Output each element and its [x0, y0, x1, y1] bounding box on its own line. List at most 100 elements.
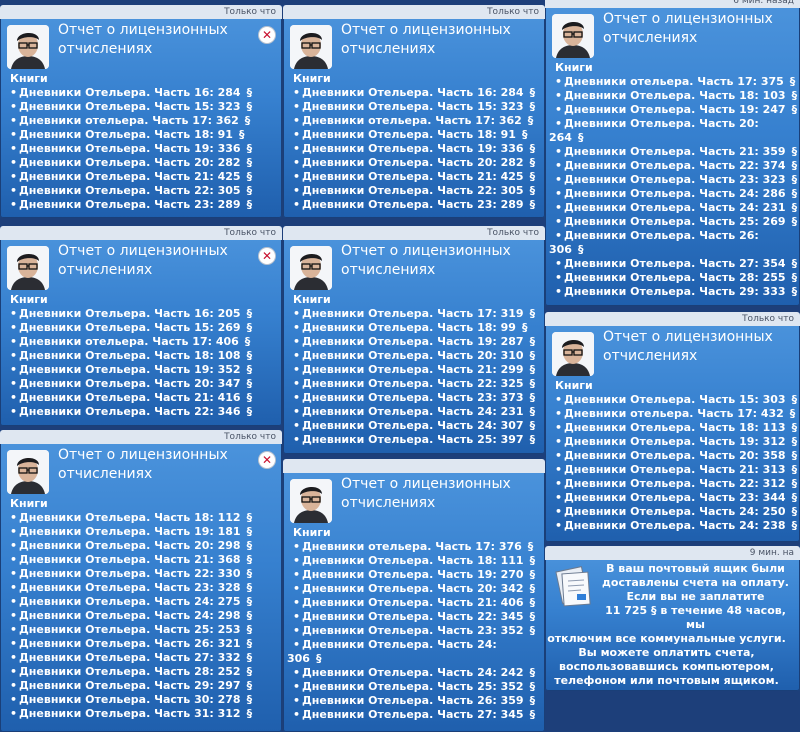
bullet: • [555, 519, 563, 532]
simoleon-icon: § [246, 553, 253, 566]
royalty-entry: Дневники Отельера. Часть 18: 108 [19, 349, 241, 362]
royalty-card: 6 мин. назад Отчет о лицензионных отчисле… [545, 0, 800, 306]
simoleon-icon: § [246, 142, 253, 155]
list-item: • Дневники Отельера. Часть 26: 321 § [10, 637, 252, 651]
royalty-entry: Дневники Отельера. Часть 20: 282 [302, 156, 524, 169]
notification-time: Только что [545, 312, 800, 326]
bullet: • [10, 693, 18, 706]
royalty-entry: Дневники Отельера. Часть 19: 247 [564, 103, 786, 116]
bullet: • [10, 567, 18, 580]
bullet: • [555, 285, 563, 298]
bullet: • [10, 156, 18, 169]
section-heading: Книги [10, 72, 48, 85]
royalty-entry: Дневники Отельера. Часть 27: 354 [564, 257, 786, 270]
simoleon-icon: § [246, 156, 253, 169]
royalty-entry: Дневники Отельера. Часть 15: 323 [19, 100, 241, 113]
bills-icon [553, 566, 597, 610]
royalty-entry: Дневники Отельера. Часть 20: 298 [19, 539, 241, 552]
list-item: • Дневники Отельера. Часть 21: 406 § [293, 596, 535, 610]
royalty-entry: Дневники Отельера. Часть 19: 312 [564, 435, 786, 448]
royalty-list: • Дневники Отельера. Часть 15: 303 § • Дневн… [555, 393, 797, 533]
simoleon-icon: § [246, 665, 253, 678]
royalty-entry: Дневники Отельера. Часть 27: 345 [302, 708, 524, 721]
bullet: • [293, 128, 301, 141]
royalty-entry: Дневники Отельера. Часть 30: 278 [19, 693, 241, 706]
royalty-entry: Дневники Отельера. Часть 24: 275 [19, 595, 241, 608]
list-item-continuation: 264 § [549, 131, 584, 144]
simoleon-icon: § [791, 435, 798, 448]
list-item: • Дневники Отельера. Часть 22: 345 § [293, 610, 535, 624]
bullet: • [10, 114, 18, 127]
list-item: • Дневники Отельера. Часть 15: 303 § [555, 393, 797, 407]
royalty-entry: Дневники Отельера. Часть 29: 297 [19, 679, 241, 692]
list-item: • Дневники Отельера. Часть 22: 305 § [10, 184, 252, 198]
close-icon: ✕ [261, 453, 273, 467]
royalty-entry: Дневники Отельера. Часть 23: 352 [302, 624, 524, 637]
simoleon-icon: § [246, 567, 253, 580]
close-icon: ✕ [261, 249, 273, 263]
notification-time: Только что [283, 226, 545, 240]
royalty-entry: Дневники Отельера. Часть 21: 425 [302, 170, 524, 183]
list-item: • Дневники Отельера. Часть 22: 312 § [555, 477, 797, 491]
royalty-entry: Дневники отельера. Часть 17: 432 [564, 407, 784, 420]
bullet: • [10, 142, 18, 155]
list-item: • Дневники Отельера. Часть 22: 330 § [10, 567, 252, 581]
bullet: • [555, 393, 563, 406]
royalty-entry: Дневники Отельера. Часть 25: 352 [302, 680, 524, 693]
close-button[interactable]: ✕ [259, 452, 275, 468]
royalty-entry: Дневники Отельера. Часть 22: 312 [564, 477, 786, 490]
bullet: • [555, 117, 563, 130]
bullet: • [10, 609, 18, 622]
royalty-entry: Дневники Отельера. Часть 24: 298 [19, 609, 241, 622]
notification-time: 9 мин. на [545, 546, 800, 560]
bullet: • [293, 100, 301, 113]
royalty-entry: Дневники Отельера. Часть 15: 303 [564, 393, 786, 406]
royalty-card: Только что ✕ Отчет о лицензионных отчислен… [0, 5, 282, 218]
section-heading: Книги [10, 293, 48, 306]
simoleon-icon: § [529, 666, 536, 679]
royalty-entry: Дневники Отельера. Часть 18: 103 [564, 89, 786, 102]
royalty-entry: Дневники Отельера. Часть 21: 425 [19, 170, 241, 183]
simoleon-icon: § [527, 114, 534, 127]
royalty-entry: Дневники Отельера. Часть 21: 359 [564, 145, 786, 158]
list-item: • Дневники Отельера. Часть 24: 286 § [555, 187, 797, 201]
notification-title: Отчет о лицензионных отчислениях [341, 243, 511, 278]
royalty-entry: Дневники отельера. Часть 17: 376 [302, 540, 522, 553]
simoleon-icon: § [246, 609, 253, 622]
close-button[interactable]: ✕ [259, 248, 275, 264]
bullet: • [10, 651, 18, 664]
royalty-entry: Дневники Отельера. Часть 28: 252 [19, 665, 241, 678]
simoleon-icon: § [246, 693, 253, 706]
list-item: • Дневники Отельера. Часть 23: 344 § [555, 491, 797, 505]
bullet: • [555, 463, 563, 476]
simoleon-icon: § [246, 539, 253, 552]
royalty-card: Только что Отчет о лицензионных отчислени… [545, 312, 800, 542]
list-item: • Дневники Отельера. Часть 19: 352 § [10, 363, 252, 377]
close-button[interactable]: ✕ [259, 27, 275, 43]
list-item: • Дневники Отельера. Часть 20: 298 § [10, 539, 252, 553]
bullet: • [10, 405, 18, 418]
list-item-continuation: 306 § [549, 243, 584, 256]
list-item: • Дневники Отельера. Часть 25: 397 § [293, 433, 535, 447]
simoleon-icon: § [791, 257, 798, 270]
list-item: • Дневники Отельера. Часть 24: 298 § [10, 609, 252, 623]
bullet: • [555, 89, 563, 102]
bullet: • [293, 624, 301, 637]
list-item: • Дневники Отельера. Часть 28: 255 § [555, 271, 797, 285]
bill-message-line: телефоном или почтовым ящиком. [554, 674, 779, 687]
simoleon-icon: § [791, 187, 798, 200]
royalty-entry: Дневники Отельера. Часть 20: 358 [564, 449, 786, 462]
royalty-entry: Дневники Отельера. Часть 23: 289 [19, 198, 241, 211]
list-item: • Дневники Отельера. Часть 20: 282 § [293, 156, 535, 170]
royalty-entry: Дневники Отельера. Часть 29: 333 [564, 285, 786, 298]
simoleon-icon: § [246, 170, 253, 183]
royalty-entry: Дневники отельера. Часть 17: 362 [302, 114, 522, 127]
simoleon-icon: § [529, 694, 536, 707]
royalty-entry: Дневники Отельера. Часть 20: 310 [302, 349, 524, 362]
list-item: • Дневники Отельера. Часть 20: [555, 117, 797, 131]
royalty-entry: Дневники Отельера. Часть 18: 91 [19, 128, 233, 141]
list-item: • Дневники Отельера. Часть 23: 289 § [10, 198, 252, 212]
simoleon-icon: § [529, 307, 536, 320]
list-item: • Дневники Отельера. Часть 18: 113 § [555, 421, 797, 435]
list-item: • Дневники Отельера. Часть 19: 270 § [293, 568, 535, 582]
